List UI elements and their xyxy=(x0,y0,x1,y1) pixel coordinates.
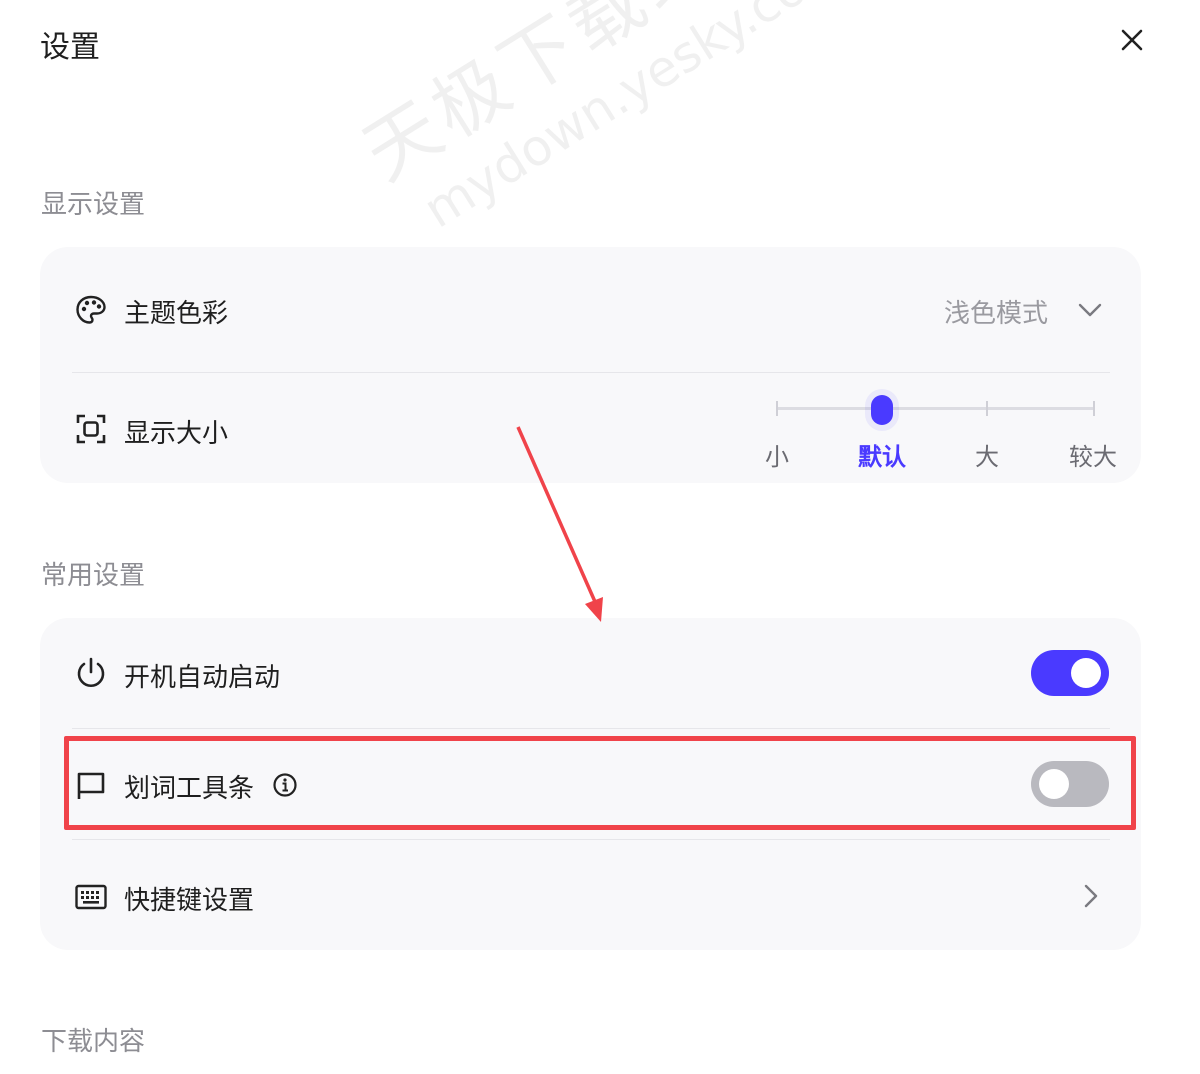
divider xyxy=(72,372,1110,373)
watermark-line1: 天极下载站 xyxy=(349,0,734,198)
autostart-toggle[interactable] xyxy=(1031,650,1109,696)
size-option-large[interactable]: 大 xyxy=(975,437,999,472)
chevron-down-icon[interactable] xyxy=(1076,298,1104,322)
theme-select[interactable]: 浅色模式 xyxy=(944,293,1048,330)
divider xyxy=(72,839,1110,840)
slider-tick xyxy=(1093,401,1095,416)
size-slider-thumb[interactable] xyxy=(871,395,893,425)
chevron-right-icon[interactable] xyxy=(1080,882,1102,910)
palette-icon xyxy=(76,295,106,324)
dialog-title: 设置 xyxy=(40,30,100,65)
autostart-label: 开机自动启动 xyxy=(124,663,281,693)
toggle-knob xyxy=(1071,658,1101,688)
theme-label: 主题色彩 xyxy=(124,299,229,329)
display-section-title: 显示设置 xyxy=(41,190,146,220)
slider-tick xyxy=(986,401,988,416)
watermark-line2: mydown.yesky.com xyxy=(413,0,859,240)
size-option-larger[interactable]: 较大 xyxy=(1069,437,1117,472)
size-label: 显示大小 xyxy=(124,419,229,449)
screen-size-icon xyxy=(76,414,106,444)
common-section-title: 常用设置 xyxy=(41,561,146,591)
keyboard-icon xyxy=(75,884,107,910)
slider-tick xyxy=(776,401,778,416)
highlight-box xyxy=(64,736,1136,830)
watermark: 天极下载站 mydown.yesky.com xyxy=(340,0,858,250)
close-icon[interactable] xyxy=(1116,24,1148,56)
size-option-default[interactable]: 默认 xyxy=(858,437,906,472)
size-slider-track[interactable] xyxy=(776,407,1094,410)
power-icon xyxy=(77,657,105,687)
divider xyxy=(72,728,1110,729)
size-option-small[interactable]: 小 xyxy=(765,437,789,472)
shortcut-label: 快捷键设置 xyxy=(124,886,255,916)
download-section-title: 下载内容 xyxy=(41,1027,146,1057)
